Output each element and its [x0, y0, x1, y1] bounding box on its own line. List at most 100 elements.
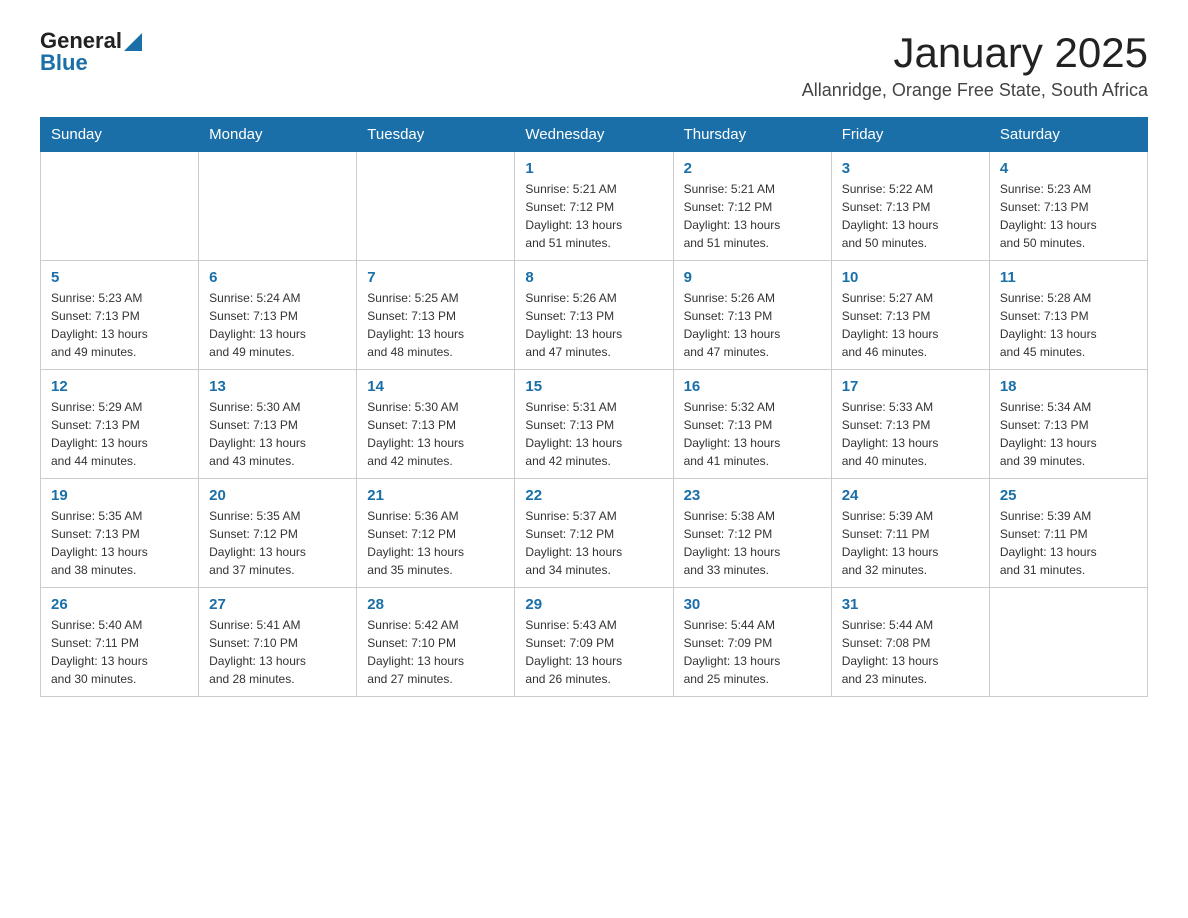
- logo: General Blue: [40, 30, 142, 74]
- calendar-cell-w3d6: 17 Sunrise: 5:33 AMSunset: 7:13 PMDayligh…: [831, 370, 989, 479]
- day-number-13: 13: [209, 378, 346, 395]
- calendar-cell-w5d2: 27 Sunrise: 5:41 AMSunset: 7:10 PMDayligh…: [199, 588, 357, 697]
- week-row-4: 19 Sunrise: 5:35 AMSunset: 7:13 PMDayligh…: [41, 479, 1148, 588]
- calendar-cell-w5d4: 29 Sunrise: 5:43 AMSunset: 7:09 PMDayligh…: [515, 588, 673, 697]
- day-info-21: Sunrise: 5:36 AMSunset: 7:12 PMDaylight:…: [367, 507, 504, 579]
- day-info-16: Sunrise: 5:32 AMSunset: 7:13 PMDaylight:…: [684, 398, 821, 470]
- day-info-5: Sunrise: 5:23 AMSunset: 7:13 PMDaylight:…: [51, 289, 188, 361]
- day-info-29: Sunrise: 5:43 AMSunset: 7:09 PMDaylight:…: [525, 616, 662, 688]
- day-info-8: Sunrise: 5:26 AMSunset: 7:13 PMDaylight:…: [525, 289, 662, 361]
- calendar-cell-w4d3: 21 Sunrise: 5:36 AMSunset: 7:12 PMDayligh…: [357, 479, 515, 588]
- calendar-cell-w5d6: 31Sunrise: 5:44 AMSunset: 7:08 PMDayligh…: [831, 588, 989, 697]
- header-thursday: Thursday: [673, 118, 831, 152]
- day-info-2: Sunrise: 5:21 AMSunset: 7:12 PMDaylight:…: [684, 180, 821, 252]
- day-number-15: 15: [525, 378, 662, 395]
- header-tuesday: Tuesday: [357, 118, 515, 152]
- calendar-cell-w3d2: 13Sunrise: 5:30 AMSunset: 7:13 PMDayligh…: [199, 370, 357, 479]
- calendar-cell-w4d5: 23Sunrise: 5:38 AMSunset: 7:12 PMDayligh…: [673, 479, 831, 588]
- day-info-22: Sunrise: 5:37 AMSunset: 7:12 PMDaylight:…: [525, 507, 662, 579]
- day-number-18: 18: [1000, 378, 1137, 395]
- weekday-header-row: Sunday Monday Tuesday Wednesday Thursday…: [41, 118, 1148, 152]
- calendar-cell-w5d3: 28Sunrise: 5:42 AMSunset: 7:10 PMDayligh…: [357, 588, 515, 697]
- calendar-cell-w2d2: 6Sunrise: 5:24 AMSunset: 7:13 PMDaylight…: [199, 261, 357, 370]
- calendar-cell-w3d5: 16 Sunrise: 5:32 AMSunset: 7:13 PMDayligh…: [673, 370, 831, 479]
- title-block: January 2025 Allanridge, Orange Free Sta…: [802, 30, 1148, 101]
- day-info-24: Sunrise: 5:39 AMSunset: 7:11 PMDaylight:…: [842, 507, 979, 579]
- day-info-14: Sunrise: 5:30 AMSunset: 7:13 PMDaylight:…: [367, 398, 504, 470]
- calendar-cell-w1d4: 1 Sunrise: 5:21 AMSunset: 7:12 PMDaylight…: [515, 152, 673, 261]
- day-info-26: Sunrise: 5:40 AMSunset: 7:11 PMDaylight:…: [51, 616, 188, 688]
- day-number-24: 24: [842, 487, 979, 504]
- day-number-26: 26: [51, 596, 188, 613]
- calendar-cell-w5d7: [989, 588, 1147, 697]
- day-number-3: 3: [842, 160, 979, 177]
- day-number-7: 7: [367, 269, 504, 286]
- day-info-4: Sunrise: 5:23 AMSunset: 7:13 PMDaylight:…: [1000, 180, 1137, 252]
- calendar-cell-w4d2: 20Sunrise: 5:35 AMSunset: 7:12 PMDayligh…: [199, 479, 357, 588]
- day-info-12: Sunrise: 5:29 AMSunset: 7:13 PMDaylight:…: [51, 398, 188, 470]
- calendar-cell-w1d7: 4Sunrise: 5:23 AMSunset: 7:13 PMDaylight…: [989, 152, 1147, 261]
- day-info-10: Sunrise: 5:27 AMSunset: 7:13 PMDaylight:…: [842, 289, 979, 361]
- header-wednesday: Wednesday: [515, 118, 673, 152]
- logo-triangle-icon: [124, 33, 142, 51]
- day-info-19: Sunrise: 5:35 AMSunset: 7:13 PMDaylight:…: [51, 507, 188, 579]
- calendar-cell-w3d4: 15 Sunrise: 5:31 AMSunset: 7:13 PMDayligh…: [515, 370, 673, 479]
- day-number-29: 29: [525, 596, 662, 613]
- day-number-27: 27: [209, 596, 346, 613]
- day-number-16: 16: [684, 378, 821, 395]
- day-info-20: Sunrise: 5:35 AMSunset: 7:12 PMDaylight:…: [209, 507, 346, 579]
- day-number-11: 11: [1000, 269, 1137, 286]
- day-number-17: 17: [842, 378, 979, 395]
- week-row-5: 26 Sunrise: 5:40 AMSunset: 7:11 PMDayligh…: [41, 588, 1148, 697]
- day-number-25: 25: [1000, 487, 1137, 504]
- logo-general: General: [40, 30, 122, 52]
- day-number-14: 14: [367, 378, 504, 395]
- day-number-22: 22: [525, 487, 662, 504]
- day-info-1: Sunrise: 5:21 AMSunset: 7:12 PMDaylight:…: [525, 180, 662, 252]
- day-info-31: Sunrise: 5:44 AMSunset: 7:08 PMDaylight:…: [842, 616, 979, 688]
- day-info-18: Sunrise: 5:34 AMSunset: 7:13 PMDaylight:…: [1000, 398, 1137, 470]
- logo-blue: Blue: [40, 52, 88, 74]
- calendar-cell-w4d4: 22 Sunrise: 5:37 AMSunset: 7:12 PMDayligh…: [515, 479, 673, 588]
- day-info-15: Sunrise: 5:31 AMSunset: 7:13 PMDaylight:…: [525, 398, 662, 470]
- day-number-28: 28: [367, 596, 504, 613]
- week-row-3: 12 Sunrise: 5:29 AMSunset: 7:13 PMDayligh…: [41, 370, 1148, 479]
- day-number-9: 9: [684, 269, 821, 286]
- calendar-table: Sunday Monday Tuesday Wednesday Thursday…: [40, 117, 1148, 697]
- day-info-17: Sunrise: 5:33 AMSunset: 7:13 PMDaylight:…: [842, 398, 979, 470]
- calendar-cell-w2d5: 9Sunrise: 5:26 AMSunset: 7:13 PMDaylight…: [673, 261, 831, 370]
- day-info-7: Sunrise: 5:25 AMSunset: 7:13 PMDaylight:…: [367, 289, 504, 361]
- day-info-25: Sunrise: 5:39 AMSunset: 7:11 PMDaylight:…: [1000, 507, 1137, 579]
- day-info-23: Sunrise: 5:38 AMSunset: 7:12 PMDaylight:…: [684, 507, 821, 579]
- calendar-cell-w1d3: [357, 152, 515, 261]
- calendar-cell-w4d6: 24 Sunrise: 5:39 AMSunset: 7:11 PMDayligh…: [831, 479, 989, 588]
- day-number-1: 1: [525, 160, 662, 177]
- calendar-cell-w2d6: 10 Sunrise: 5:27 AMSunset: 7:13 PMDayligh…: [831, 261, 989, 370]
- header-saturday: Saturday: [989, 118, 1147, 152]
- day-info-11: Sunrise: 5:28 AMSunset: 7:13 PMDaylight:…: [1000, 289, 1137, 361]
- calendar-title: January 2025: [802, 30, 1148, 76]
- header-sunday: Sunday: [41, 118, 199, 152]
- calendar-cell-w4d1: 19 Sunrise: 5:35 AMSunset: 7:13 PMDayligh…: [41, 479, 199, 588]
- day-number-30: 30: [684, 596, 821, 613]
- day-number-12: 12: [51, 378, 188, 395]
- calendar-subtitle: Allanridge, Orange Free State, South Afr…: [802, 80, 1148, 101]
- calendar-cell-w2d4: 8 Sunrise: 5:26 AMSunset: 7:13 PMDaylight…: [515, 261, 673, 370]
- day-info-27: Sunrise: 5:41 AMSunset: 7:10 PMDaylight:…: [209, 616, 346, 688]
- week-row-2: 5Sunrise: 5:23 AMSunset: 7:13 PMDaylight…: [41, 261, 1148, 370]
- calendar-cell-w2d3: 7 Sunrise: 5:25 AMSunset: 7:13 PMDaylight…: [357, 261, 515, 370]
- calendar-cell-w4d7: 25 Sunrise: 5:39 AMSunset: 7:11 PMDayligh…: [989, 479, 1147, 588]
- calendar-cell-w1d6: 3 Sunrise: 5:22 AMSunset: 7:13 PMDaylight…: [831, 152, 989, 261]
- calendar-cell-w3d3: 14 Sunrise: 5:30 AMSunset: 7:13 PMDayligh…: [357, 370, 515, 479]
- day-number-19: 19: [51, 487, 188, 504]
- day-number-10: 10: [842, 269, 979, 286]
- page-header: General Blue January 2025 Allanridge, Or…: [40, 30, 1148, 101]
- day-number-6: 6: [209, 269, 346, 286]
- day-number-21: 21: [367, 487, 504, 504]
- calendar-cell-w5d1: 26 Sunrise: 5:40 AMSunset: 7:11 PMDayligh…: [41, 588, 199, 697]
- calendar-cell-w2d1: 5Sunrise: 5:23 AMSunset: 7:13 PMDaylight…: [41, 261, 199, 370]
- day-info-3: Sunrise: 5:22 AMSunset: 7:13 PMDaylight:…: [842, 180, 979, 252]
- calendar-cell-w1d2: [199, 152, 357, 261]
- day-number-2: 2: [684, 160, 821, 177]
- day-number-8: 8: [525, 269, 662, 286]
